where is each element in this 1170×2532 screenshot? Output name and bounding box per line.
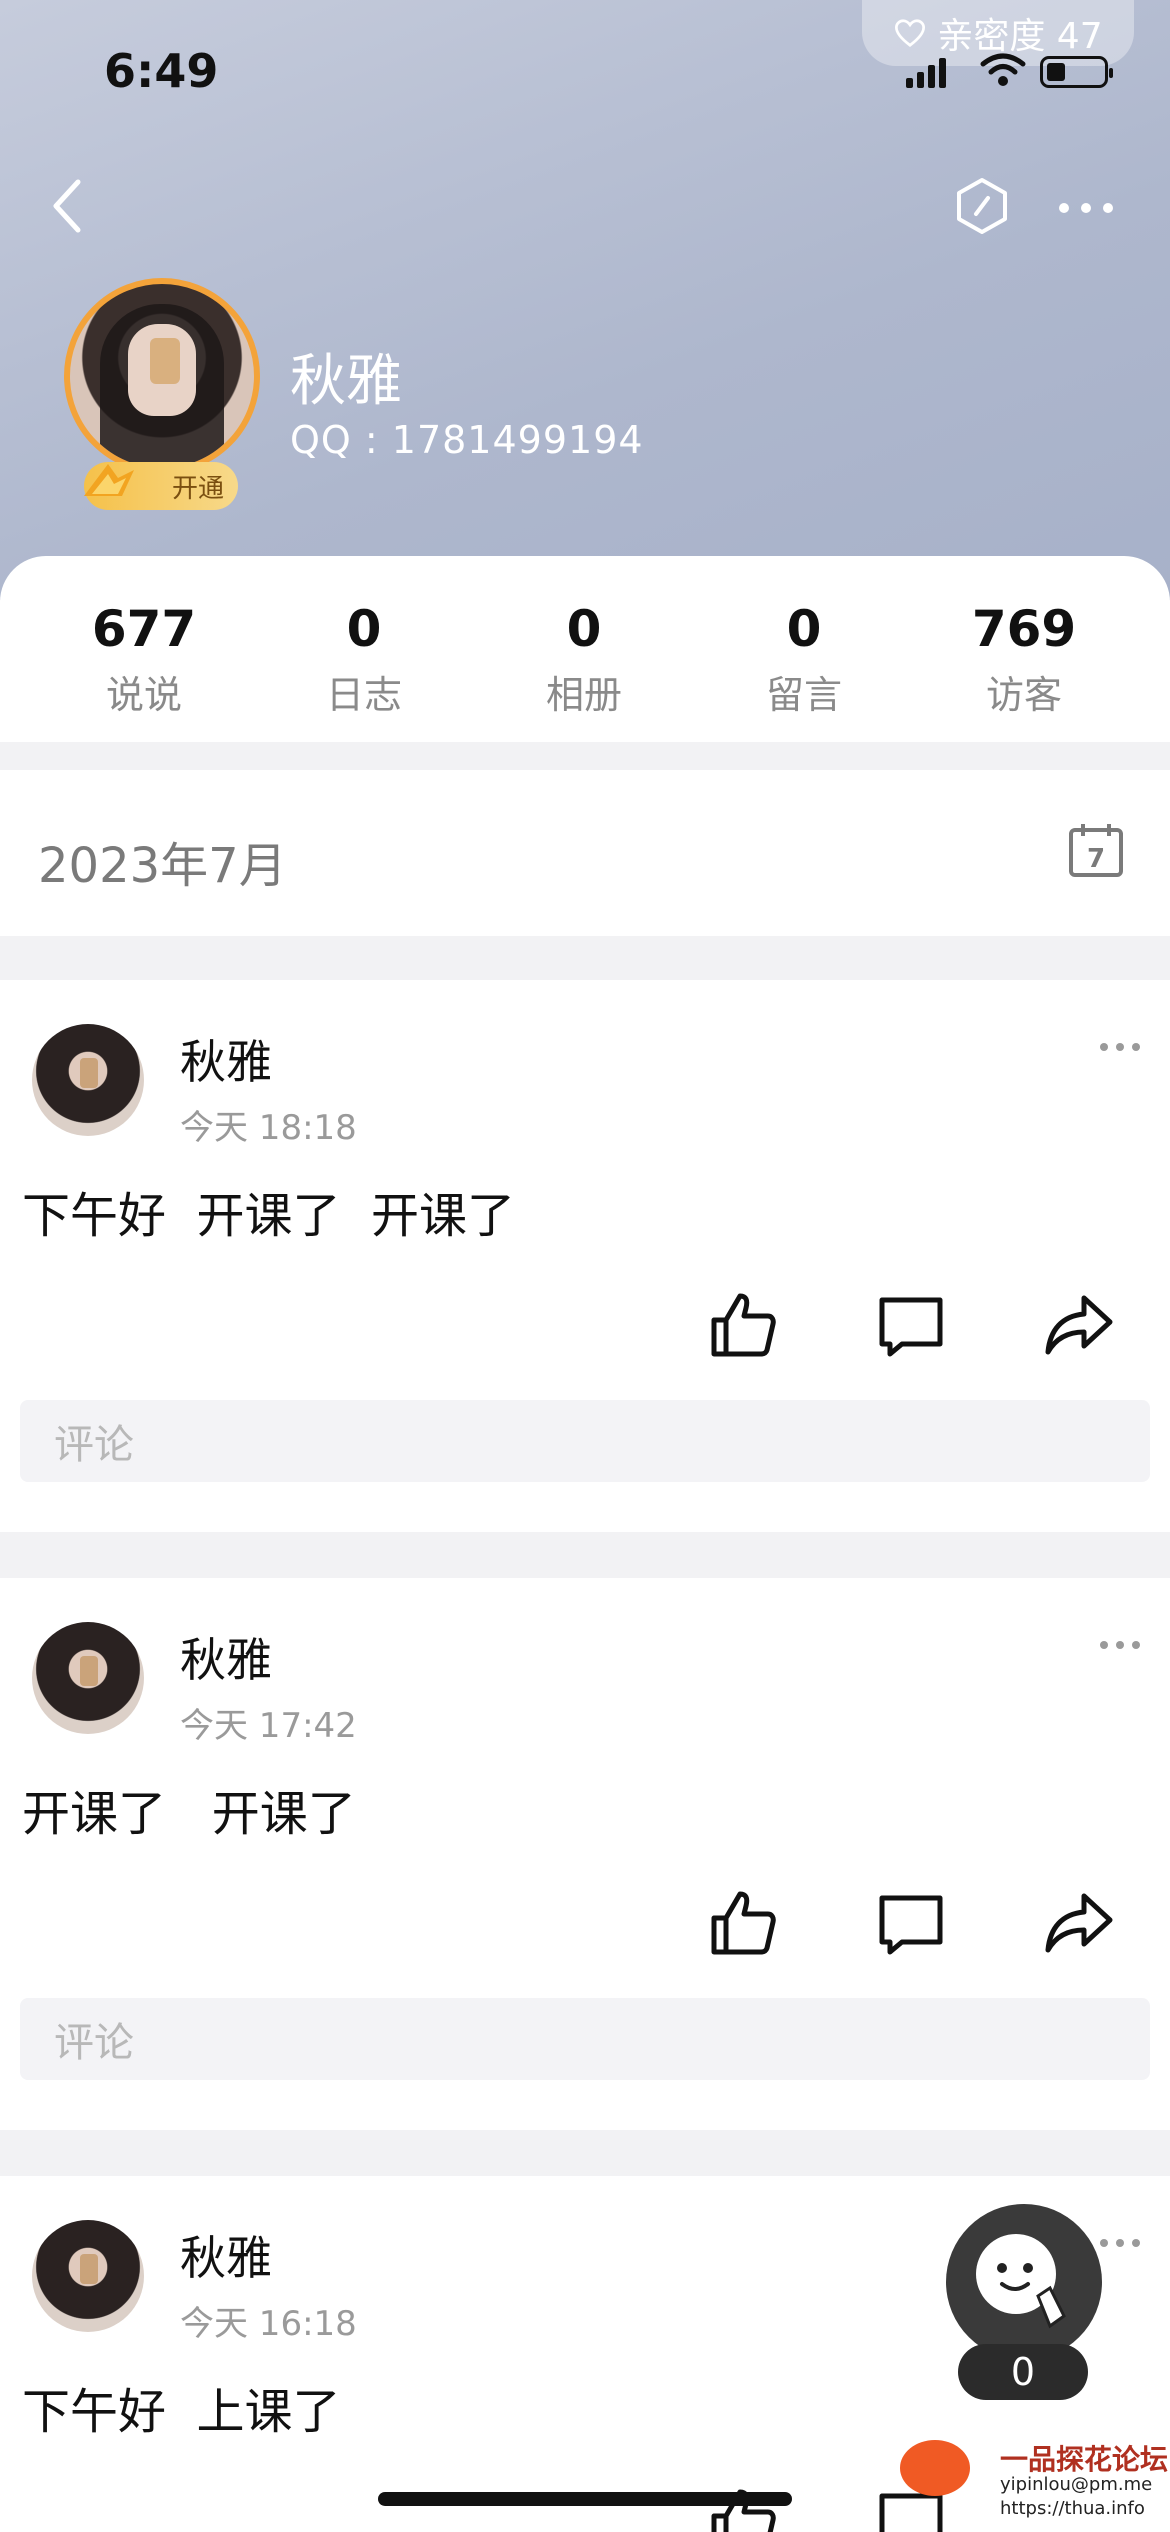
smiley-hand-icon (976, 2234, 1066, 2329)
calendar-day: 7 (1087, 844, 1105, 874)
post-card: 秋雅 今天 18:18 下午好 开课了 开课了 评论 (0, 980, 1170, 1532)
post-time: 今天 17:42 (180, 1706, 357, 1746)
home-indicator[interactable] (378, 2492, 792, 2506)
post-avatar[interactable] (32, 2220, 144, 2332)
status-time: 6:49 (104, 44, 219, 98)
stat-label: 留言 (765, 673, 842, 717)
stat-label: 相册 (545, 673, 622, 717)
vip-open-badge[interactable]: 开通 (84, 462, 238, 510)
stat-label: 说说 (105, 673, 182, 717)
more-dots-icon[interactable] (1056, 198, 1116, 218)
post-more-icon[interactable] (1098, 1638, 1142, 1652)
comment-input[interactable]: 评论 (20, 1998, 1150, 2080)
stat-fangke[interactable]: 769 访客 (924, 600, 1124, 719)
post-text: 开课了 开课了 (22, 1786, 356, 1842)
post-time: 今天 18:18 (180, 1108, 357, 1148)
assistant-fab[interactable] (946, 2204, 1102, 2360)
hexagon-icon[interactable] (952, 176, 1012, 236)
post-author[interactable]: 秋雅 (180, 2222, 272, 2288)
post-text: 下午好 开课了 开课了 (22, 1188, 516, 1244)
back-arrow-icon[interactable] (48, 176, 88, 236)
share-icon[interactable] (1044, 1888, 1114, 1958)
like-icon[interactable] (708, 1290, 778, 1360)
like-icon[interactable] (708, 1888, 778, 1958)
profile-qq-number: QQ : 1781499194 (290, 418, 644, 462)
post-avatar[interactable] (32, 1622, 144, 1734)
watermark-title: 一品探花论坛 (1000, 2443, 1169, 2476)
comment-icon[interactable] (876, 1290, 946, 1360)
stat-label: 访客 (985, 673, 1062, 717)
month-label: 2023年7月 (38, 838, 287, 894)
cellular-signal-icon (906, 58, 946, 88)
post-card: 秋雅 今天 17:42 开课了 开课了 评论 (0, 1578, 1170, 2130)
post-author[interactable]: 秋雅 (180, 1026, 272, 1092)
calendar-icon[interactable]: 7 (1068, 822, 1124, 878)
stat-xiangce[interactable]: 0 相册 (484, 600, 684, 719)
stat-label: 日志 (325, 673, 402, 717)
post-avatar[interactable] (32, 1024, 144, 1136)
vip-wing-icon (84, 464, 134, 496)
post-text: 下午好 上课了 (22, 2384, 341, 2440)
stat-value: 677 (91, 600, 197, 658)
profile-avatar[interactable] (64, 278, 260, 474)
post-author[interactable]: 秋雅 (180, 1624, 272, 1690)
post-more-icon[interactable] (1098, 1040, 1142, 1054)
post-more-icon[interactable] (1098, 2236, 1142, 2250)
watermark-logo (900, 2440, 970, 2496)
heart-icon (895, 19, 926, 47)
stat-liuyan[interactable]: 0 留言 (704, 600, 904, 719)
stat-value: 0 (786, 600, 822, 658)
watermark-url: https://thua.info (1000, 2498, 1145, 2519)
vip-badge-label: 开通 (171, 473, 224, 504)
watermark-email: yipinlou@pm.me (1000, 2474, 1153, 2495)
stat-shuoshuo[interactable]: 677 说说 (44, 600, 244, 719)
wifi-icon (980, 53, 1026, 86)
comment-input[interactable]: 评论 (20, 1400, 1150, 1482)
assistant-count: 0 (958, 2344, 1088, 2400)
stats-panel: 677 说说 0 日志 0 相册 0 留言 769 访客 (0, 556, 1170, 742)
battery-icon (1040, 56, 1113, 88)
comment-icon[interactable] (876, 1888, 946, 1958)
profile-name: 秋雅 (290, 349, 402, 414)
stat-rizhi[interactable]: 0 日志 (264, 600, 464, 719)
stat-value: 0 (346, 600, 382, 658)
post-time: 今天 16:18 (180, 2304, 357, 2344)
stat-value: 0 (566, 600, 602, 658)
share-icon[interactable] (1044, 1290, 1114, 1360)
stat-value: 769 (971, 600, 1077, 658)
